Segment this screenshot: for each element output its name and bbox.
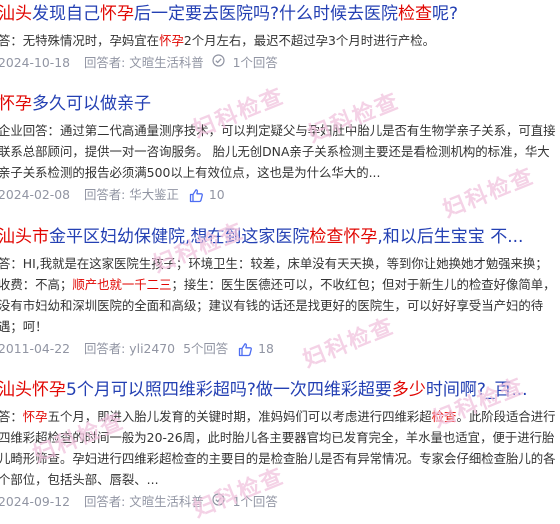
- text-run: 时间啊?_百...: [425, 380, 528, 400]
- result-snippet: 答：怀孕五个月，即进入胎儿发育的关键时期，准妈妈们可以考虑进行四维彩超检查。此阶…: [0, 406, 560, 490]
- text-run: 呢?: [432, 4, 459, 24]
- highlighted-keyword: 检查: [398, 4, 433, 24]
- highlighted-keyword: 检查: [431, 409, 457, 424]
- highlighted-keyword: 怀孕: [100, 4, 134, 24]
- highlighted-keyword: 检查怀孕: [309, 227, 378, 247]
- text-run: 五个月，即进入胎儿发育的关键时期，准妈妈们可以考虑进行四维彩超: [47, 409, 432, 424]
- answers-count[interactable]: 5个回答: [183, 339, 228, 359]
- highlighted-keyword: 怀孕: [159, 33, 184, 48]
- search-result: 汕头市金平区妇幼保健院,想在到这家医院检查怀孕,和以后生宝宝 不... 答：HI…: [0, 225, 560, 359]
- highlighted-keyword: 顺产也就一千二三: [72, 277, 172, 292]
- highlighted-keyword: 多少: [391, 380, 426, 400]
- result-meta: 2011-04-22 回答者: yli2470 5个回答 18: [0, 339, 560, 359]
- result-date: 2024-09-12: [0, 494, 71, 509]
- result-meta: 2024-10-18 回答者: 文暄生活科普 1个回答: [0, 53, 560, 73]
- search-result: 汕头发现自己怀孕后一定要去医院吗?什么时候去医院检查呢? 答：无特殊情况时，孕妈…: [0, 2, 560, 73]
- result-date: 2024-02-08: [0, 187, 71, 202]
- result-title-link[interactable]: 怀孕多久可以做亲子: [0, 92, 560, 116]
- result-title-link[interactable]: 汕头市金平区妇幼保健院,想在到这家医院检查怀孕,和以后生宝宝 不...: [0, 225, 560, 249]
- result-title-link[interactable]: 汕头发现自己怀孕后一定要去医院吗?什么时候去医院检查呢?: [0, 2, 560, 26]
- like-button[interactable]: 10: [189, 185, 225, 205]
- result-meta: 2024-02-08 回答者: 华大鉴正 10: [0, 185, 560, 205]
- result-answerer[interactable]: 回答者: yli2470: [84, 339, 175, 359]
- text-run: 答：: [0, 409, 23, 424]
- result-date: 2024-10-18: [0, 55, 71, 70]
- result-answerer[interactable]: 回答者: 华大鉴正: [84, 185, 179, 205]
- text-run: 后一定要去医院吗?什么时候去医院: [134, 4, 399, 24]
- thumbs-up-icon: [189, 188, 209, 203]
- result-snippet: 答：无特殊情况时，孕妈宜在怀孕2个月左右，最迟不超过孕3个月时进行产检。: [0, 30, 560, 51]
- verified-check-icon: [212, 53, 225, 73]
- text-run: ,和以后生宝宝 不...: [377, 227, 524, 247]
- text-run: 2个月左右，最迟不超过孕3个月时进行产检。: [183, 33, 436, 48]
- text-run: 企业回答：通过第二代高通量测序技术，可以判定疑父与孕妇肚中胎儿是否有生物学亲子关…: [0, 123, 556, 180]
- like-button[interactable]: 18: [238, 339, 274, 359]
- result-title-link[interactable]: 汕头怀孕5个月可以照四维彩超吗?做一次四维彩超要多少时间啊?_百...: [0, 378, 560, 402]
- thumbs-up-icon: [238, 342, 258, 357]
- highlighted-keyword: 怀孕: [22, 409, 48, 424]
- result-snippet: 答：HI,我就是在这家医院生孩子；环境卫生：较差，床单没有天天换，等到你让她换她…: [0, 253, 560, 337]
- result-answerer[interactable]: 回答者: 文暄生活科普: [84, 492, 204, 512]
- highlighted-keyword: 汕头: [0, 4, 32, 24]
- verified-check-icon: [212, 492, 225, 512]
- text-run: 多久可以做亲子: [32, 94, 151, 114]
- result-date: 2011-04-22: [0, 341, 71, 356]
- highlighted-keyword: 汕头怀孕: [0, 380, 66, 400]
- highlighted-keyword: 汕头市: [0, 227, 49, 247]
- like-count: 10: [208, 187, 225, 202]
- highlighted-keyword: 怀孕: [0, 94, 32, 114]
- result-snippet: 企业回答：通过第二代高通量测序技术，可以判定疑父与孕妇肚中胎儿是否有生物学亲子关…: [0, 120, 560, 183]
- search-result: 汕头怀孕5个月可以照四维彩超吗?做一次四维彩超要多少时间啊?_百... 答：怀孕…: [0, 378, 560, 512]
- search-result: 怀孕多久可以做亲子 企业回答：通过第二代高通量测序技术，可以判定疑父与孕妇肚中胎…: [0, 92, 560, 205]
- answers-count[interactable]: 1个回答: [233, 53, 278, 73]
- text-run: 5个月可以照四维彩超吗?做一次四维彩超要: [66, 380, 392, 400]
- text-run: 答：无特殊情况时，孕妈宜在: [0, 33, 160, 48]
- text-run: 金平区妇幼保健院,想在到这家医院: [49, 227, 310, 247]
- result-answerer[interactable]: 回答者: 文暄生活科普: [84, 53, 204, 73]
- like-count: 18: [258, 341, 274, 356]
- result-meta: 2024-09-12 回答者: 文暄生活科普 1个回答: [0, 492, 560, 512]
- text-run: 发现自己: [32, 4, 100, 24]
- answers-count[interactable]: 1个回答: [233, 492, 278, 512]
